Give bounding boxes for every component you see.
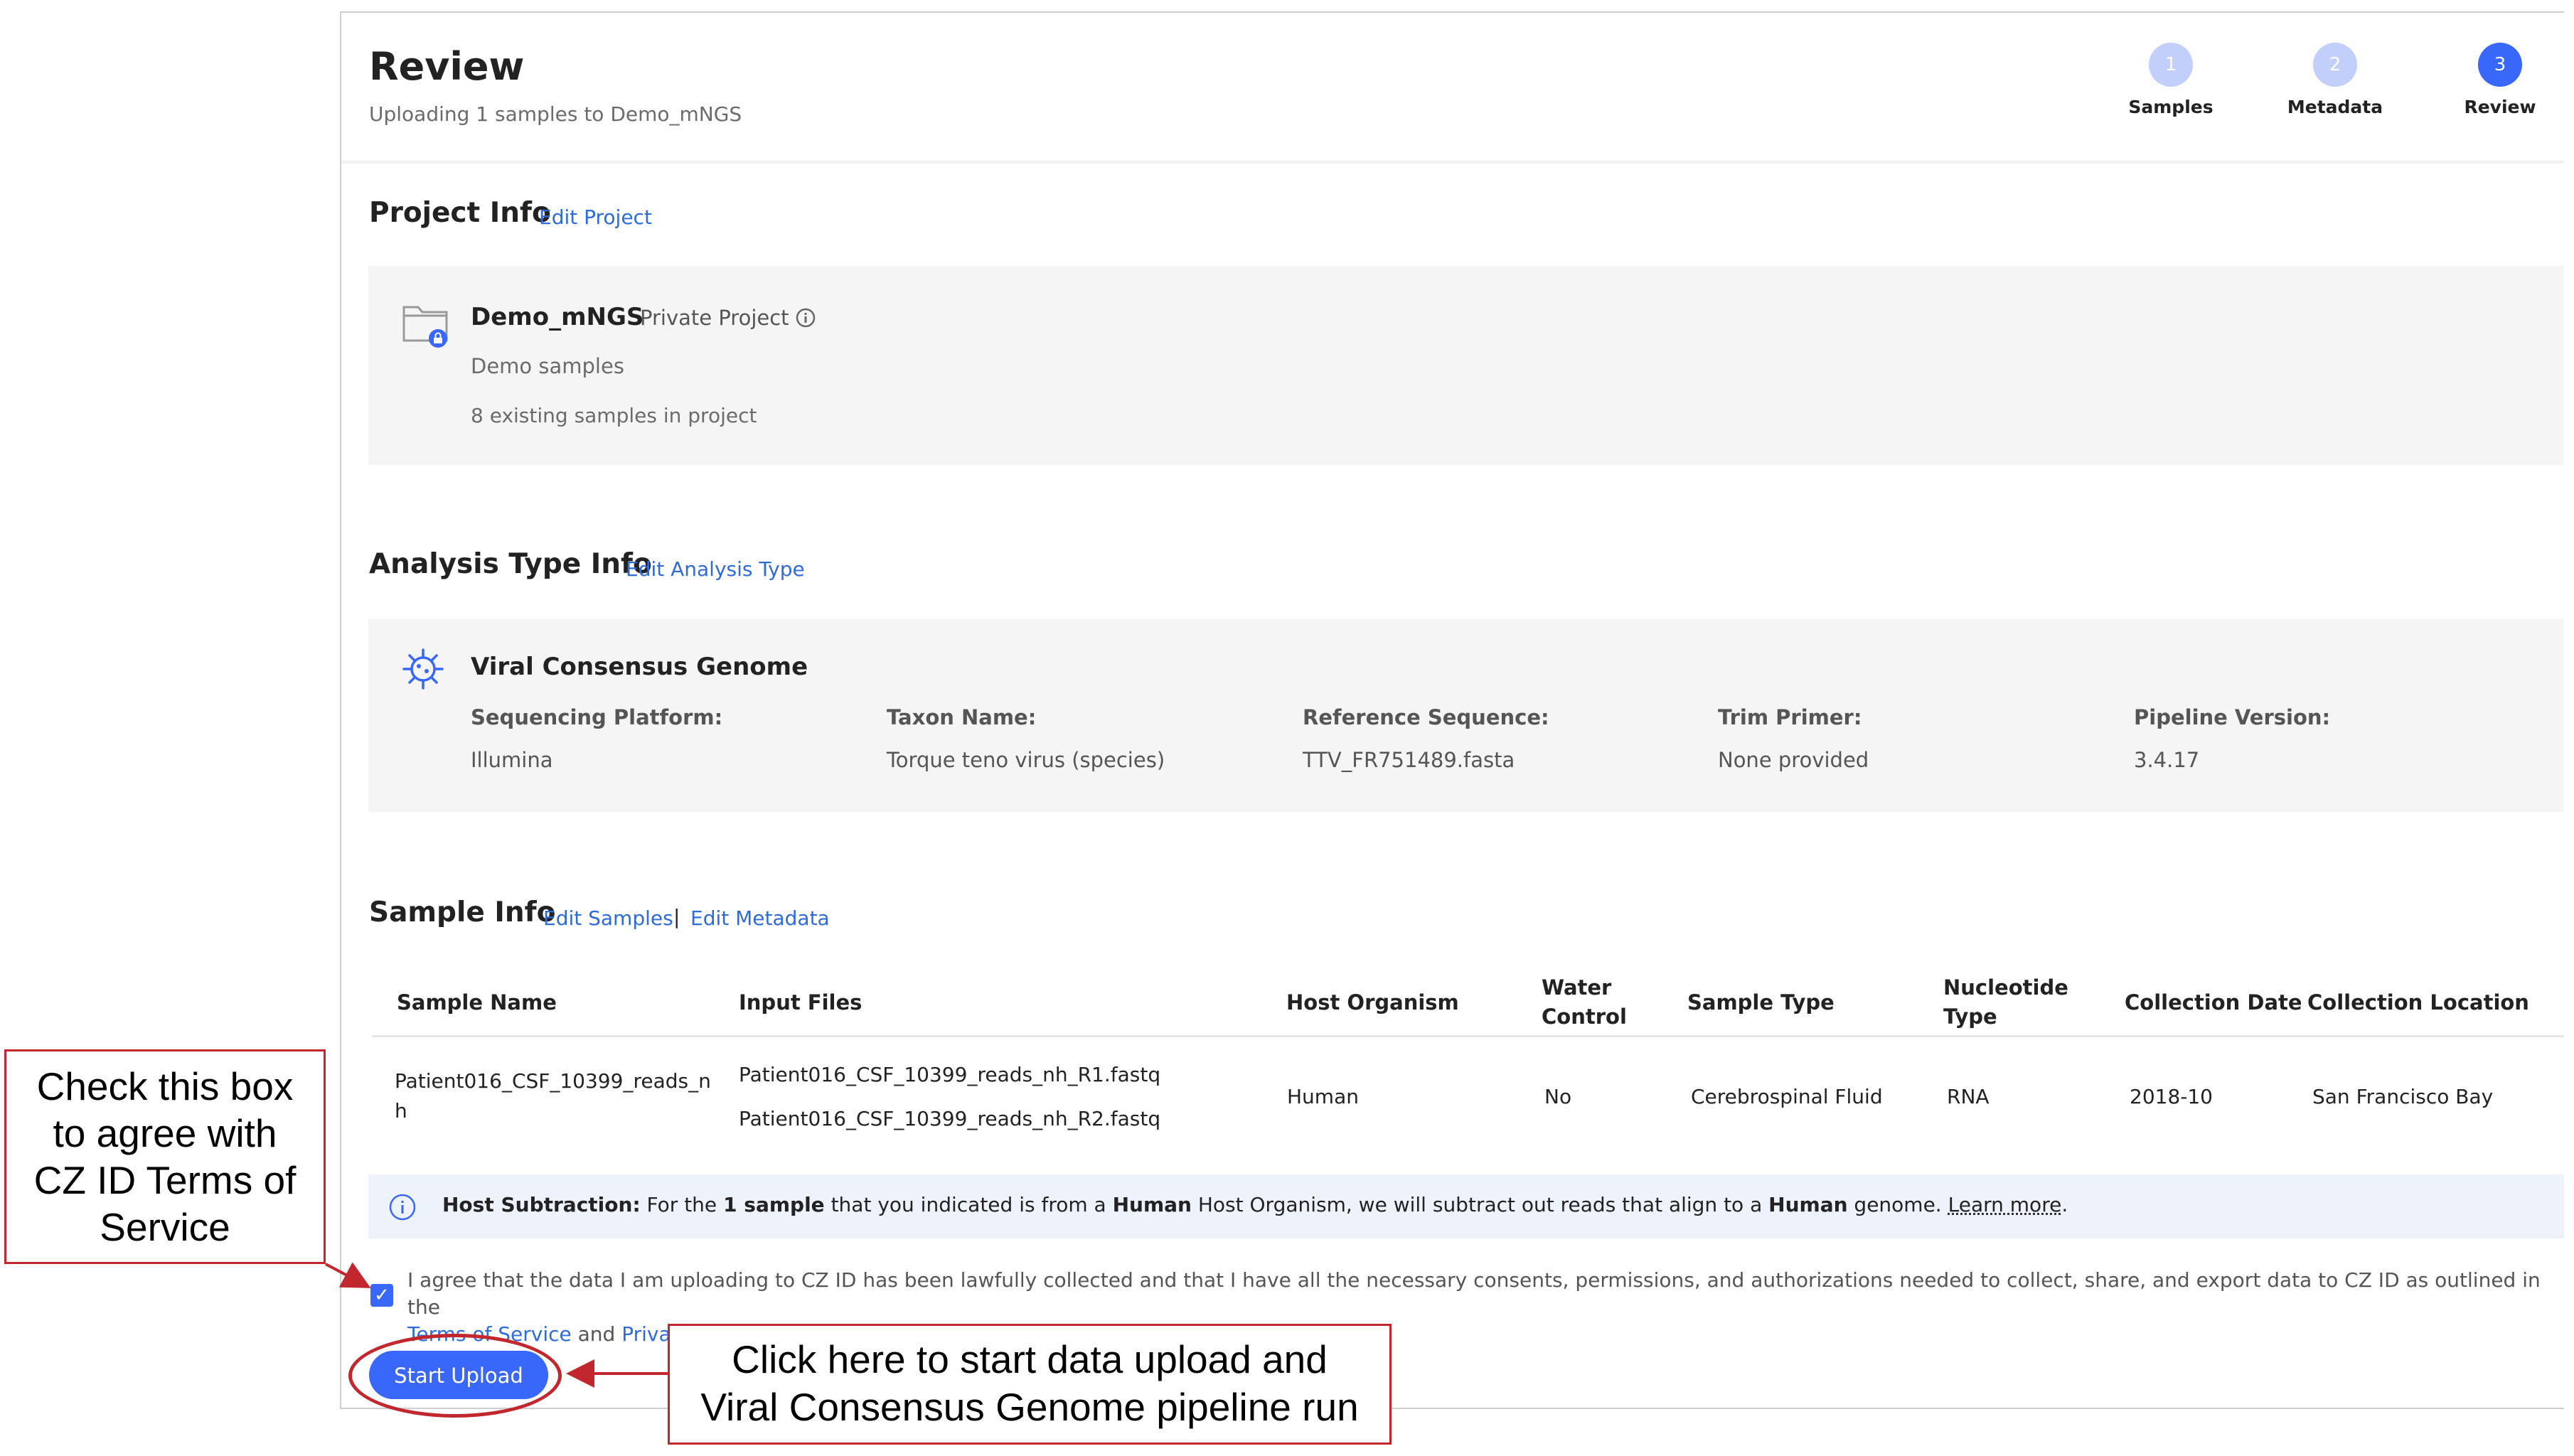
annotation-arrows — [325, 1262, 668, 1388]
checkbox-arrow — [325, 1262, 371, 1288]
